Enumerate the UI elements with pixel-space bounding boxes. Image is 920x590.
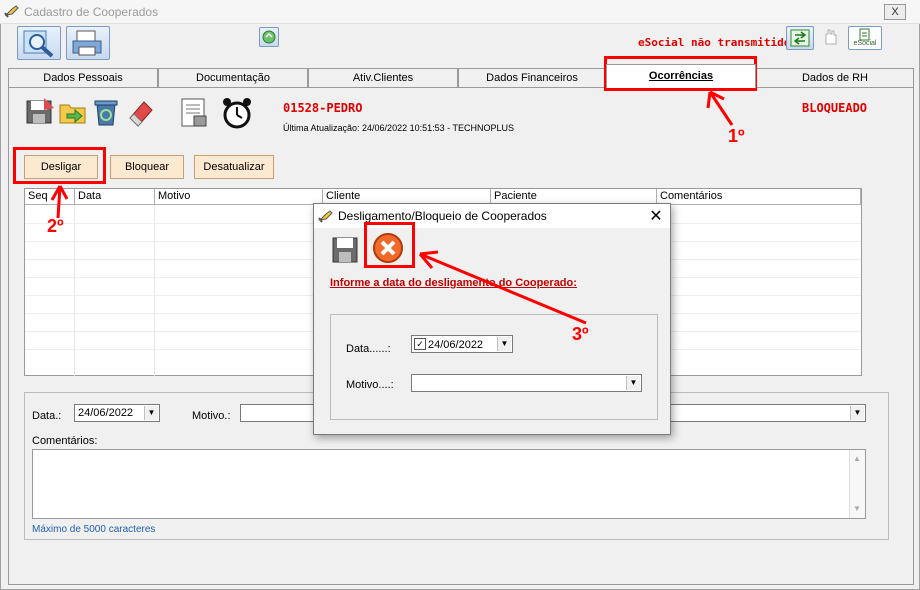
annotation-step3: 3º xyxy=(572,324,589,344)
arrow-step2 xyxy=(50,185,69,219)
annotation-step2: 2º xyxy=(47,216,64,236)
arrow-step3 xyxy=(418,250,587,325)
tab-ocorrencias[interactable]: Ocorrências xyxy=(606,64,756,88)
arrow-step1 xyxy=(706,90,734,126)
annotation-arrows xyxy=(50,90,734,325)
annotation-step1: 1º xyxy=(728,126,745,146)
